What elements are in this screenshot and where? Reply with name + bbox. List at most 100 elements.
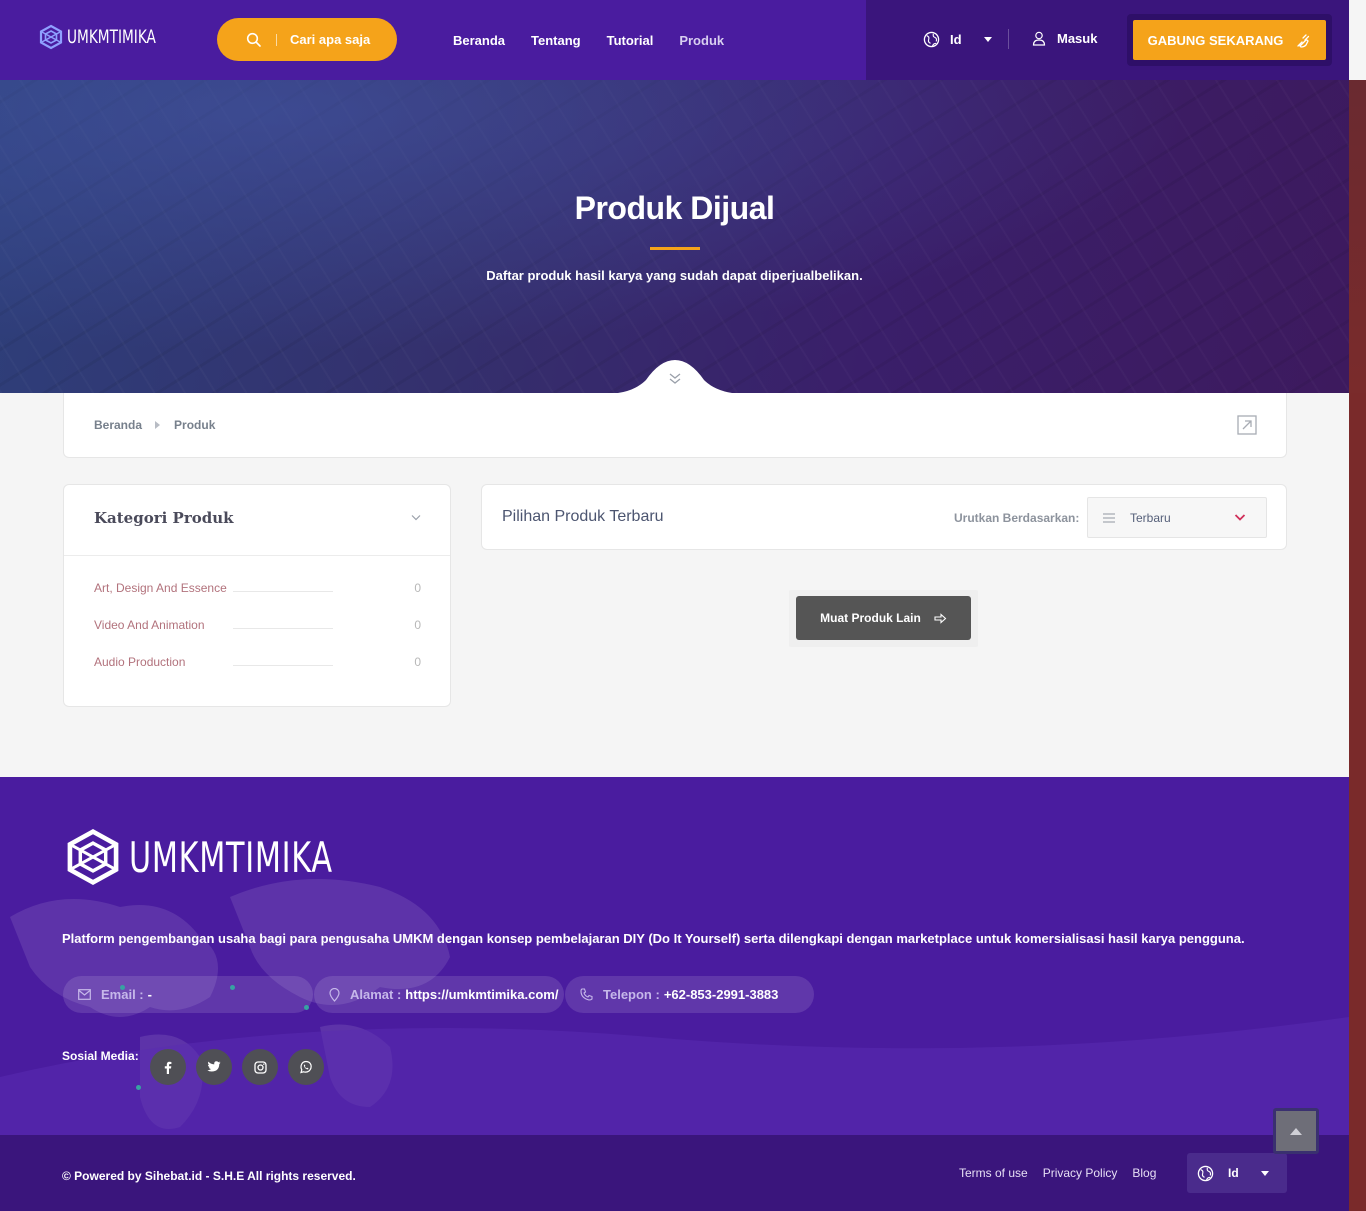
footer-logo-text: UMKMTIMIKA	[129, 832, 333, 882]
facebook-icon	[164, 1061, 172, 1074]
breadcrumb-home[interactable]: Beranda	[94, 418, 142, 432]
logo-icon	[67, 828, 119, 886]
category-divider	[233, 665, 333, 666]
blog-link[interactable]: Blog	[1132, 1166, 1156, 1180]
category-divider	[233, 591, 333, 592]
external-link-icon[interactable]	[1237, 415, 1257, 435]
category-header[interactable]: Kategori Produk	[64, 485, 450, 556]
category-name: Art, Design And Essence	[94, 581, 227, 595]
facebook-button[interactable]	[150, 1049, 186, 1085]
join-button[interactable]: GABUNG SEKARANG	[1133, 20, 1326, 60]
category-name: Audio Production	[94, 655, 186, 669]
search-button[interactable]: Cari apa saja	[217, 18, 397, 61]
load-more-button[interactable]: Muat Produk Lain	[796, 596, 971, 640]
footer-bottom-bar: © Powered by Sihebat.id - S.H.E All righ…	[0, 1135, 1349, 1211]
phone-value: +62-853-2991-3883	[663, 987, 779, 1002]
caret-down-icon	[983, 37, 992, 42]
globe-icon	[923, 31, 940, 48]
terms-link[interactable]: Terms of use	[959, 1166, 1028, 1180]
address-contact[interactable]: Alamat : https://umkmtimika.com/	[314, 976, 564, 1013]
join-label: GABUNG SEKARANG	[1147, 32, 1284, 48]
language-label: Id	[950, 32, 962, 47]
map-dot	[136, 1085, 141, 1090]
privacy-link[interactable]: Privacy Policy	[1043, 1166, 1118, 1180]
login-link[interactable]: Masuk	[1032, 31, 1097, 46]
back-to-top-button[interactable]	[1273, 1108, 1319, 1154]
whatsapp-icon	[300, 1060, 312, 1074]
nav-beranda[interactable]: Beranda	[453, 33, 505, 48]
caret-up-icon	[1290, 1127, 1302, 1135]
globe-icon	[1197, 1165, 1214, 1181]
scroll-down-bump[interactable]	[604, 360, 746, 393]
instagram-icon	[253, 1060, 267, 1074]
category-count: 0	[414, 581, 421, 595]
search-placeholder: Cari apa saja	[290, 32, 371, 47]
nav-produk[interactable]: Produk	[679, 33, 724, 48]
phone-icon	[580, 988, 593, 1001]
search-icon	[246, 32, 261, 47]
page-title: Produk Dijual	[574, 190, 775, 226]
category-name: Video And Animation	[94, 618, 205, 632]
category-item[interactable]: Art, Design And Essence 0	[94, 581, 421, 595]
copyright-text: © Powered by Sihebat.id - S.H.E All righ…	[62, 1169, 356, 1183]
footer-language-label: Id	[1228, 1166, 1239, 1180]
search-separator	[276, 33, 277, 46]
map-dot	[120, 985, 125, 990]
sort-label: Urutkan Berdasarkan:	[954, 511, 1080, 525]
address-label: Alamat :	[350, 987, 402, 1002]
phone-label: Telepon :	[603, 987, 660, 1002]
category-item[interactable]: Audio Production 0	[94, 655, 421, 669]
page-scrollbar-edge-top	[1349, 80, 1366, 393]
breadcrumb-current: Produk	[174, 418, 216, 432]
twitter-icon	[207, 1061, 221, 1072]
load-more-label: Muat Produk Lain	[820, 611, 921, 625]
map-dot	[230, 985, 235, 990]
email-value: -	[147, 987, 152, 1002]
site-logo[interactable]: UMKMTIMIKA	[38, 24, 190, 50]
category-item[interactable]: Video And Animation 0	[94, 618, 421, 632]
user-icon	[1032, 31, 1046, 46]
sort-value: Terbaru	[1130, 511, 1171, 525]
social-label: Sosial Media:	[62, 1049, 139, 1063]
footer-language-selector[interactable]: Id	[1187, 1153, 1287, 1193]
site-header: UMKMTIMIKA Cari apa saja Beranda Tentang…	[0, 0, 1349, 80]
nav-tutorial[interactable]: Tutorial	[607, 33, 654, 48]
arrow-right-icon	[934, 612, 947, 624]
product-section-title: Pilihan Produk Terbaru	[502, 508, 664, 525]
category-count: 0	[414, 655, 421, 669]
nav-tentang[interactable]: Tentang	[531, 33, 581, 48]
location-pin-icon	[329, 987, 340, 1002]
address-value: https://umkmtimika.com/	[405, 987, 559, 1002]
twitter-button[interactable]	[196, 1049, 232, 1085]
footer-logo[interactable]: UMKMTIMIKA	[63, 827, 412, 887]
footer-description: Platform pengembangan usaha bagi para pe…	[62, 931, 1245, 946]
main-nav: Beranda Tentang Tutorial Produk	[453, 33, 750, 48]
caret-down-icon	[1260, 1170, 1269, 1176]
chevron-down-icon[interactable]	[411, 514, 421, 521]
breadcrumb: Beranda Produk	[63, 393, 1287, 458]
chevron-down-icon	[1234, 514, 1246, 521]
instagram-button[interactable]	[242, 1049, 278, 1085]
product-sort-bar: Pilihan Produk Terbaru Urutkan Berdasark…	[481, 484, 1287, 550]
breadcrumb-items: Beranda Produk	[94, 418, 215, 432]
hero-banner: Produk Dijual Daftar produk hasil karya …	[0, 80, 1349, 393]
whatsapp-button[interactable]	[288, 1049, 324, 1085]
email-contact[interactable]: Email : -	[63, 976, 313, 1013]
list-icon	[1103, 513, 1115, 523]
map-dot	[304, 1005, 309, 1010]
category-title: Kategori Produk	[94, 509, 234, 527]
category-sidebar: Kategori Produk Art, Design And Essence …	[63, 484, 451, 707]
login-label: Masuk	[1057, 31, 1098, 46]
hand-wave-icon	[1297, 33, 1310, 48]
page-subtitle: Daftar produk hasil karya yang sudah dap…	[486, 268, 863, 283]
header-divider	[1008, 29, 1009, 49]
footer-links: Terms of use Privacy Policy Blog	[959, 1166, 1171, 1180]
category-count: 0	[414, 618, 421, 632]
caret-right-icon	[155, 421, 161, 429]
language-selector[interactable]: Id	[923, 31, 992, 48]
logo-icon	[39, 24, 63, 50]
title-underline	[650, 247, 700, 250]
sort-select[interactable]: Terbaru	[1087, 497, 1267, 538]
envelope-icon	[78, 989, 91, 1000]
phone-contact[interactable]: Telepon : +62-853-2991-3883	[565, 976, 814, 1013]
